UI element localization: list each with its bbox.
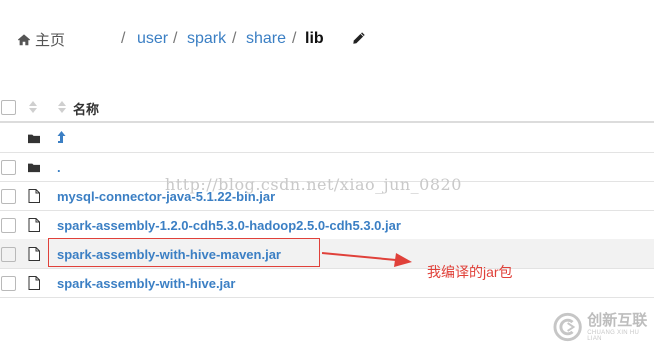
sort-icon[interactable] <box>28 100 38 114</box>
breadcrumb-current: lib <box>305 30 324 47</box>
pencil-icon[interactable] <box>352 31 366 45</box>
file-name-link[interactable]: spark-assembly-with-hive.jar <box>57 276 235 291</box>
annotation-note: 我编译的jar包 <box>427 264 513 280</box>
home-label: 主页 <box>35 32 66 49</box>
breadcrumb-item-user[interactable]: user <box>137 30 168 48</box>
breadcrumb-separator: / <box>232 30 237 47</box>
breadcrumb-separator: / <box>121 30 126 47</box>
row-checkbox[interactable] <box>1 276 16 291</box>
breadcrumb-separator: / <box>173 30 178 47</box>
row-checkbox[interactable] <box>1 247 16 262</box>
brand-logo: 创新互联 CHUANG XIN HU LIAN <box>553 312 654 342</box>
breadcrumb-separator: / <box>292 30 297 47</box>
file-icon <box>28 247 40 261</box>
logo-text-en: CHUANG XIN HU LIAN <box>587 329 640 342</box>
logo-text-cn: 创新互联 <box>587 311 648 329</box>
row-checkbox[interactable] <box>1 218 16 233</box>
annotation-arrow-icon <box>322 252 412 267</box>
logo-mark-icon <box>553 312 582 342</box>
file-icon <box>28 276 40 290</box>
folder-icon <box>28 134 40 144</box>
file-name-link[interactable]: . <box>57 160 61 175</box>
parent-directory-arrow-icon[interactable] <box>57 130 66 144</box>
table-row[interactable]: spark-assembly-with-hive.jar <box>0 268 654 298</box>
table-row[interactable] <box>0 123 654 153</box>
watermark-url: http://blog.csdn.net/xiao_jun_0820 <box>165 175 462 194</box>
home-icon <box>17 33 31 45</box>
column-header-name[interactable]: 名称 <box>73 99 99 118</box>
row-checkbox[interactable] <box>1 160 16 175</box>
table-row[interactable]: spark-assembly-1.2.0-cdh5.3.0-hadoop2.5.… <box>0 210 654 240</box>
file-icon <box>28 218 40 232</box>
row-checkbox[interactable] <box>1 189 16 204</box>
select-all-checkbox[interactable] <box>1 100 16 115</box>
breadcrumb-item-share[interactable]: share <box>246 30 286 48</box>
breadcrumb-item-spark[interactable]: spark <box>187 30 226 48</box>
home-link[interactable]: 主页 <box>17 29 65 50</box>
breadcrumb: 主页 / user / spark / share / lib <box>0 0 654 80</box>
file-icon <box>28 189 40 203</box>
table-header: 名称 <box>0 92 654 123</box>
highlight-box <box>48 238 320 267</box>
file-name-link[interactable]: spark-assembly-1.2.0-cdh5.3.0-hadoop2.5.… <box>57 218 401 233</box>
folder-icon <box>28 163 40 173</box>
sort-by-name-icon[interactable] <box>57 100 67 114</box>
